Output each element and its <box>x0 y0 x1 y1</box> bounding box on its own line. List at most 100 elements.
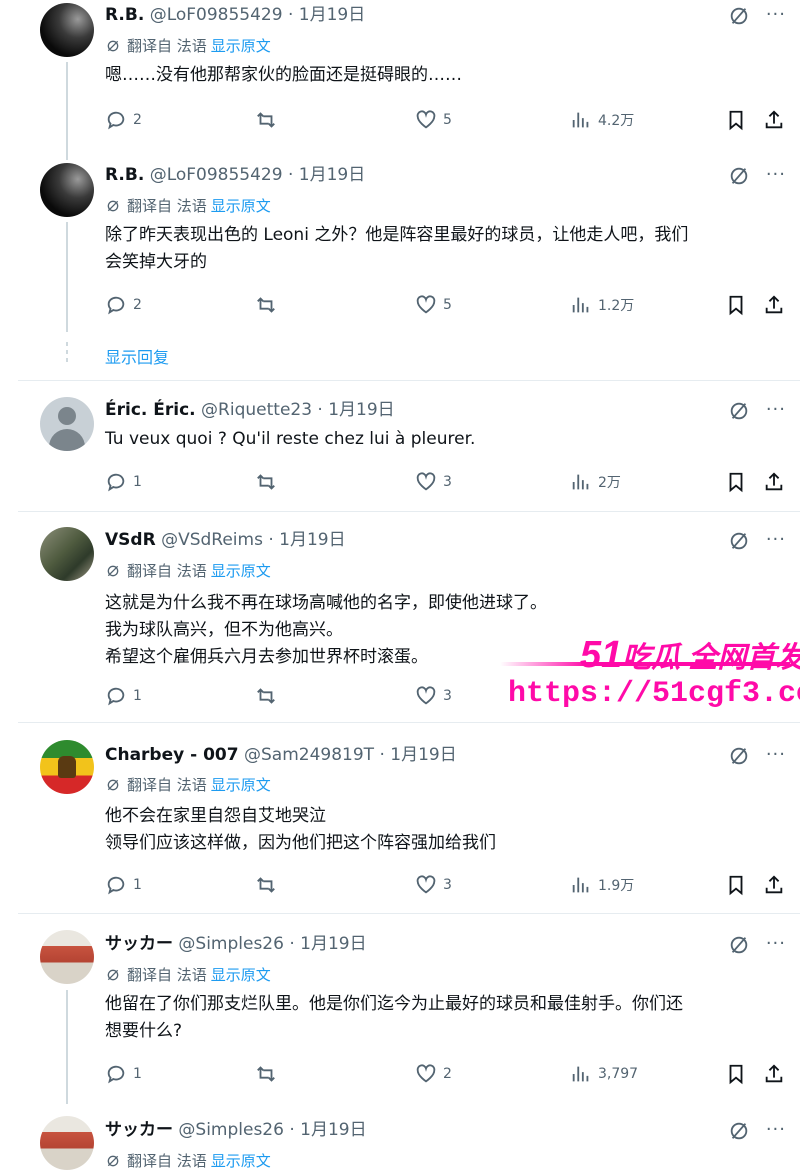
avatar[interactable] <box>40 3 94 57</box>
like-count: 2 <box>443 1066 452 1082</box>
author-name[interactable]: VSdR <box>105 530 156 550</box>
author-handle-date[interactable]: @Riquette23 · 1月19日 <box>201 400 395 420</box>
reply-button[interactable]: 1 <box>105 470 142 494</box>
author-name[interactable]: Charbey - 007 <box>105 745 239 765</box>
views-icon <box>572 112 589 128</box>
tweet-2[interactable]: R.B. @LoF09855429 · 1月19日 ··· 翻译自 法语 显示原文… <box>0 160 800 380</box>
retweet-button[interactable] <box>255 108 283 132</box>
tweet-6[interactable]: サッカー @Simples26 · 1月19日 ··· 翻译自 法语 显示原文 他… <box>0 914 800 1104</box>
grok-icon[interactable] <box>728 934 750 956</box>
share-button[interactable] <box>763 108 791 132</box>
share-icon <box>765 295 783 314</box>
author-handle-date[interactable]: @VSdReims · 1月19日 <box>161 530 346 550</box>
grok-icon[interactable] <box>728 1120 750 1142</box>
more-options-icon[interactable]: ··· <box>766 744 786 766</box>
views-button[interactable]: 1.2万 <box>570 293 634 317</box>
show-original-link[interactable]: 显示原文 <box>211 1152 271 1170</box>
like-count: 3 <box>443 474 452 490</box>
translation-info: 翻译自 法语 显示原文 <box>105 965 271 985</box>
bookmark-button[interactable] <box>725 470 753 494</box>
show-replies-link[interactable]: 显示回复 <box>105 344 169 368</box>
reply-count: 2 <box>133 297 142 313</box>
bookmark-button[interactable] <box>725 1062 753 1086</box>
tweet-1[interactable]: R.B. @LoF09855429 · 1月19日 ··· 翻译自 法语 显示原文… <box>0 0 800 160</box>
author-handle-date[interactable]: @Simples26 · 1月19日 <box>178 934 366 954</box>
more-options-icon[interactable]: ··· <box>766 4 786 26</box>
author-name[interactable]: サッカー <box>105 1120 173 1140</box>
author-handle-date[interactable]: @LoF09855429 · 1月19日 <box>150 5 366 25</box>
view-count: 4.2万 <box>598 113 635 129</box>
grok-icon[interactable] <box>728 400 750 422</box>
share-button[interactable] <box>763 293 791 317</box>
reply-button[interactable]: 2 <box>105 293 142 317</box>
avatar[interactable] <box>40 740 94 794</box>
like-button[interactable]: 5 <box>415 293 452 317</box>
reply-button[interactable]: 1 <box>105 1062 142 1086</box>
author-handle-date[interactable]: @LoF09855429 · 1月19日 <box>150 165 366 185</box>
reply-button[interactable]: 1 <box>105 684 142 708</box>
retweet-button[interactable] <box>255 470 283 494</box>
tweet-3[interactable]: Éric. Éric. @Riquette23 · 1月19日 ··· Tu v… <box>0 381 800 511</box>
views-icon <box>572 877 589 893</box>
thread-line <box>66 990 68 1104</box>
more-options-icon[interactable]: ··· <box>766 1119 786 1141</box>
more-options-icon[interactable]: ··· <box>766 529 786 551</box>
bookmark-button[interactable] <box>725 873 753 897</box>
views-icon <box>572 474 589 490</box>
grok-icon[interactable] <box>728 5 750 27</box>
show-original-link[interactable]: 显示原文 <box>211 562 271 580</box>
grok-icon[interactable] <box>728 165 750 187</box>
avatar[interactable] <box>40 930 94 984</box>
show-original-link[interactable]: 显示原文 <box>211 37 271 55</box>
share-button[interactable] <box>763 873 791 897</box>
like-button[interactable]: 3 <box>415 684 452 708</box>
show-original-link[interactable]: 显示原文 <box>211 776 271 794</box>
views-icon <box>572 1066 589 1082</box>
bookmark-button[interactable] <box>725 108 753 132</box>
author-name[interactable]: Éric. Éric. <box>105 400 196 420</box>
share-button[interactable] <box>763 470 791 494</box>
like-count: 5 <box>443 297 452 313</box>
more-options-icon[interactable]: ··· <box>766 399 786 421</box>
more-options-icon[interactable]: ··· <box>766 933 786 955</box>
avatar[interactable] <box>40 397 94 451</box>
translation-info: 翻译自 法语 显示原文 <box>105 775 271 795</box>
avatar[interactable] <box>40 1116 94 1170</box>
grok-icon[interactable] <box>728 745 750 767</box>
tweet-text-line: 他留在了你们那支烂队里。他是你们迄今为止最好的球员和最佳射手。你们还 <box>105 994 683 1014</box>
bookmark-button[interactable] <box>725 293 753 317</box>
avatar[interactable] <box>40 163 94 217</box>
views-button[interactable]: 1.9万 <box>570 873 634 897</box>
tweet-7[interactable]: サッカー @Simples26 · 1月19日 ··· 翻译自 法语 显示原文 <box>0 1104 800 1174</box>
reply-button[interactable]: 1 <box>105 873 142 897</box>
views-button[interactable]: 2万 <box>570 470 621 494</box>
show-original-link[interactable]: 显示原文 <box>211 966 271 984</box>
author-name[interactable]: サッカー <box>105 934 173 954</box>
view-count: 1.2万 <box>598 298 635 314</box>
author-name[interactable]: R.B. <box>105 165 144 185</box>
author-name[interactable]: R.B. <box>105 5 144 25</box>
retweet-button[interactable] <box>255 684 283 708</box>
retweet-button[interactable] <box>255 1062 283 1086</box>
avatar[interactable] <box>40 527 94 581</box>
reply-button[interactable]: 2 <box>105 108 142 132</box>
tweet-header: サッカー @Simples26 · 1月19日 <box>105 933 780 955</box>
like-button[interactable]: 2 <box>415 1062 452 1086</box>
retweet-button[interactable] <box>255 873 283 897</box>
like-button[interactable]: 3 <box>415 470 452 494</box>
views-button[interactable]: 3,797 <box>570 1062 638 1086</box>
author-handle-date[interactable]: @Simples26 · 1月19日 <box>178 1120 366 1140</box>
tweet-5[interactable]: Charbey - 007 @Sam249819T · 1月19日 ··· 翻译… <box>0 723 800 913</box>
views-button[interactable]: 4.2万 <box>570 108 634 132</box>
like-button[interactable]: 5 <box>415 108 452 132</box>
grok-icon[interactable] <box>728 530 750 552</box>
bookmark-icon <box>729 110 743 131</box>
author-handle-date[interactable]: @Sam249819T · 1月19日 <box>244 745 457 765</box>
tweet-header: Éric. Éric. @Riquette23 · 1月19日 <box>105 399 780 421</box>
more-options-icon[interactable]: ··· <box>766 164 786 186</box>
show-original-link[interactable]: 显示原文 <box>211 197 271 215</box>
like-button[interactable]: 3 <box>415 873 452 897</box>
tweet-actions: 1 3 1.9万 <box>105 873 783 897</box>
retweet-button[interactable] <box>255 293 283 317</box>
share-button[interactable] <box>763 1062 791 1086</box>
